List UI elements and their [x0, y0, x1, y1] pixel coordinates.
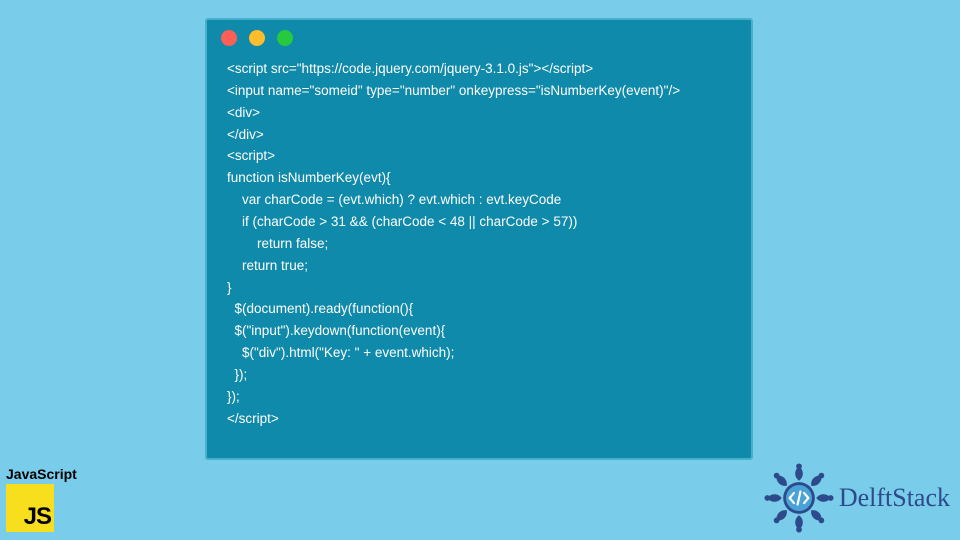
delftstack-text: DelftStack — [839, 483, 950, 513]
code-block: <script src="https://code.jquery.com/jqu… — [207, 56, 751, 446]
maximize-icon[interactable] — [277, 30, 293, 46]
javascript-label: JavaScript — [6, 466, 77, 482]
delftstack-brand: DelftStack — [763, 462, 950, 534]
window-titlebar — [207, 20, 751, 56]
close-icon[interactable] — [221, 30, 237, 46]
delftstack-logo-icon — [763, 462, 835, 534]
javascript-badge: JavaScript JS — [6, 466, 77, 532]
javascript-logo-icon: JS — [6, 484, 54, 532]
code-window: <script src="https://code.jquery.com/jqu… — [205, 18, 753, 460]
minimize-icon[interactable] — [249, 30, 265, 46]
